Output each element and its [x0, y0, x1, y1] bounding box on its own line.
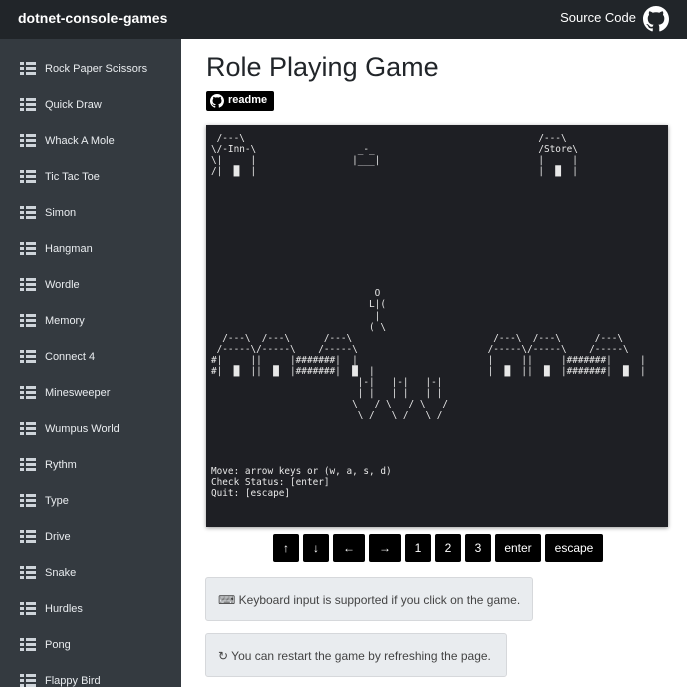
down-arrow-button[interactable]: ↓ [303, 534, 329, 562]
sidebar-item-label: Tic Tac Toe [45, 171, 100, 183]
sidebar-item[interactable]: Wordle [0, 267, 181, 303]
source-code-link[interactable]: Source Code [560, 10, 636, 25]
list-icon [20, 98, 36, 111]
sidebar-item-label: Quick Draw [45, 99, 102, 111]
list-icon [20, 638, 36, 651]
list-icon [20, 314, 36, 327]
sidebar-item-label: Hurdles [45, 603, 83, 615]
sidebar-item[interactable]: Hurdles [0, 591, 181, 627]
sidebar-item-label: Wumpus World [45, 423, 120, 435]
top-navbar: dotnet-console-games Source Code [0, 0, 687, 39]
readme-badge[interactable]: readme [206, 91, 274, 111]
github-icon[interactable] [643, 6, 669, 32]
key-3-button[interactable]: 3 [465, 534, 491, 562]
list-icon [20, 278, 36, 291]
sidebar-item[interactable]: Drive [0, 519, 181, 555]
sidebar-item[interactable]: Simon [0, 195, 181, 231]
sidebar-item-label: Rock Paper Scissors [45, 63, 148, 75]
key-1-button[interactable]: 1 [405, 534, 431, 562]
list-icon [20, 170, 36, 183]
game-console[interactable]: /---\ /---\ \/-Inn-\ _-_ /Store\ \| | |_… [206, 125, 668, 527]
sidebar-item[interactable]: Whack A Mole [0, 123, 181, 159]
up-arrow-button[interactable]: ↑ [273, 534, 299, 562]
escape-button[interactable]: escape [545, 534, 603, 562]
sidebar-item-label: Drive [45, 531, 71, 543]
list-icon [20, 674, 36, 687]
restart-hint: ↻ You can restart the game by refreshing… [205, 633, 507, 677]
sidebar-item[interactable]: Flappy Bird [0, 663, 181, 687]
right-arrow-button[interactable]: → [369, 534, 401, 562]
restart-hint-text: ↻ You can restart the game by refreshing… [218, 649, 491, 663]
sidebar-item[interactable]: Wumpus World [0, 411, 181, 447]
list-icon [20, 386, 36, 399]
list-icon [20, 62, 36, 75]
list-icon [20, 566, 36, 579]
sidebar-item-label: Hangman [45, 243, 93, 255]
sidebar-item-label: Type [45, 495, 69, 507]
sidebar-item[interactable]: Connect 4 [0, 339, 181, 375]
list-icon [20, 350, 36, 363]
sidebar-item-label: Simon [45, 207, 77, 219]
list-icon [20, 422, 36, 435]
sidebar-item-label: Whack A Mole [45, 135, 115, 147]
list-icon [20, 602, 36, 615]
keyboard-hint-text: ⌨ Keyboard input is supported if you cli… [218, 593, 521, 607]
github-icon [210, 94, 224, 108]
list-icon [20, 458, 36, 471]
sidebar-item-label: Flappy Bird [45, 675, 101, 687]
page-title: Role Playing Game [206, 52, 439, 82]
sidebar-item[interactable]: Rock Paper Scissors [0, 51, 181, 87]
sidebar-item-label: Snake [45, 567, 77, 579]
sidebar-item[interactable]: Pong [0, 627, 181, 663]
sidebar-item-label: Wordle [45, 279, 80, 291]
sidebar: Rock Paper Scissors Quick Draw Whack A Mol… [0, 39, 181, 687]
sidebar-item[interactable]: Type [0, 483, 181, 519]
sidebar-item-label: Pong [45, 639, 71, 651]
main-content: Role Playing Game readme /---\ /---\ \/-… [181, 39, 687, 687]
sidebar-item-label: Rythm [45, 459, 77, 471]
sidebar-item[interactable]: Tic Tac Toe [0, 159, 181, 195]
sidebar-item[interactable]: Rythm [0, 447, 181, 483]
list-icon [20, 242, 36, 255]
sidebar-item[interactable]: Quick Draw [0, 87, 181, 123]
sidebar-item[interactable]: Hangman [0, 231, 181, 267]
game-screen-text: /---\ /---\ \/-Inn-\ _-_ /Store\ \| | |_… [211, 133, 646, 499]
keyboard-hint: ⌨ Keyboard input is supported if you cli… [205, 577, 533, 621]
sidebar-item-label: Memory [45, 315, 85, 327]
key-2-button[interactable]: 2 [435, 534, 461, 562]
list-icon [20, 494, 36, 507]
sidebar-item[interactable]: Snake [0, 555, 181, 591]
list-icon [20, 530, 36, 543]
sidebar-item-label: Minesweeper [45, 387, 111, 399]
sidebar-item-label: Connect 4 [45, 351, 96, 363]
list-icon [20, 134, 36, 147]
list-icon [20, 206, 36, 219]
sidebar-item[interactable]: Memory [0, 303, 181, 339]
enter-button[interactable]: enter [495, 534, 541, 562]
brand-link[interactable]: dotnet-console-games [18, 10, 167, 26]
readme-label: readme [228, 94, 268, 106]
sidebar-item[interactable]: Minesweeper [0, 375, 181, 411]
left-arrow-button[interactable]: ← [333, 534, 365, 562]
